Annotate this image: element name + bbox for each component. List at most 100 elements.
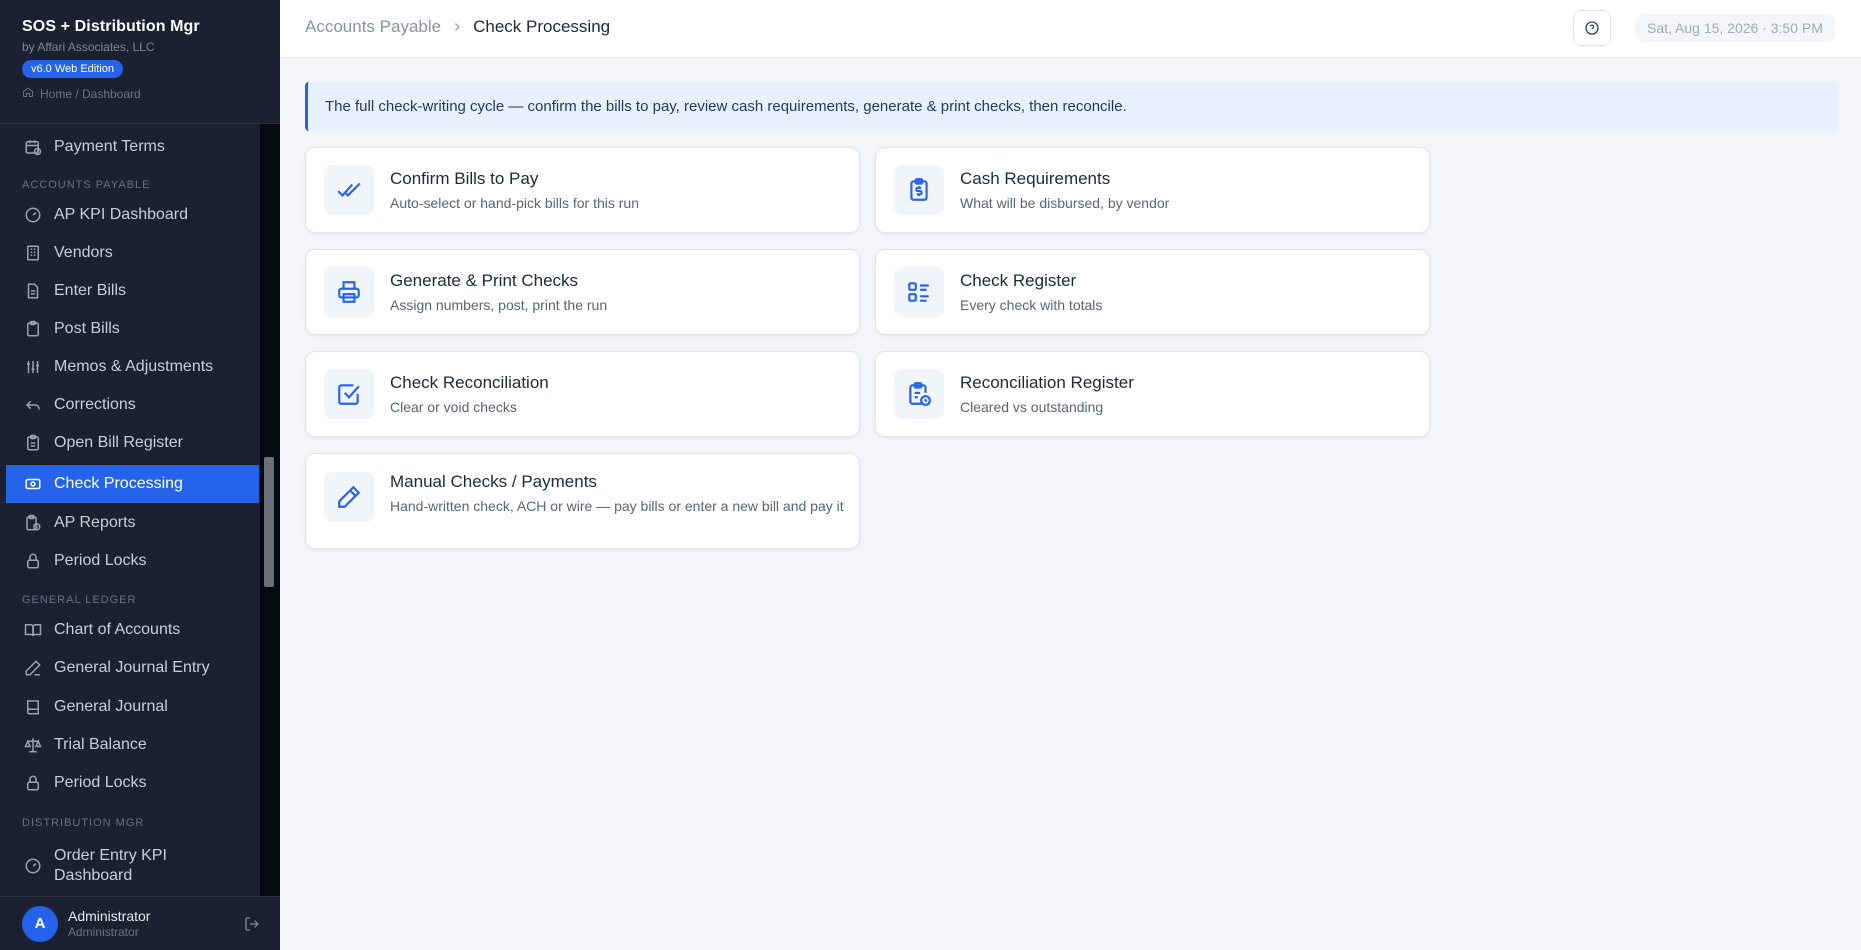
card-title: Reconciliation Register: [960, 372, 1134, 392]
sidebar-item-label: AP Reports: [54, 514, 136, 531]
building-icon: [24, 244, 42, 262]
card-description: Cleared vs outstanding: [960, 398, 1104, 415]
card-description: Hand-written check, ACH or wire — pay bi…: [390, 498, 844, 514]
home-link-label: Home / Dashboard: [40, 86, 141, 101]
avatar[interactable]: A: [22, 905, 58, 942]
pencil-icon: [324, 472, 374, 522]
sidebar-item-memos-adjustments[interactable]: Memos & Adjustments: [0, 348, 258, 386]
sidebar-item-label: General Journal: [54, 698, 168, 715]
breadcrumb: Accounts Payable Check Processing: [305, 17, 610, 37]
undo-icon: [24, 396, 42, 414]
card-description: Clear or void checks: [390, 398, 517, 415]
card-check-register[interactable]: Check Register Every check with totals: [875, 249, 1430, 335]
help-button[interactable]: [1573, 10, 1611, 46]
sidebar-item-order-entry-kpi-dashboard[interactable]: Order Entry KPI Dashboard: [0, 842, 258, 890]
card-title: Manual Checks / Payments: [390, 472, 597, 491]
sidebar-item-chart-of-accounts[interactable]: Chart of Accounts: [0, 611, 258, 649]
help-circle-icon: [1585, 21, 1599, 35]
checkbox-icon: [324, 369, 374, 419]
sidebar-item-open-bill-register[interactable]: Open Bill Register: [0, 424, 258, 462]
sidebar-item-corrections[interactable]: Corrections: [0, 386, 258, 424]
card-title: Check Reconciliation: [390, 372, 549, 392]
sidebar-item-ap-reports[interactable]: AP Reports: [0, 504, 258, 542]
logout-icon[interactable]: [244, 916, 260, 932]
sidebar-item-label: Enter Bills: [54, 282, 127, 299]
sidebar-item-label: AP KPI Dashboard: [54, 206, 189, 223]
sidebar-item-post-bills[interactable]: Post Bills: [0, 310, 258, 348]
card-generate-print-checks[interactable]: Generate & Print Checks Assign numbers, …: [305, 249, 860, 335]
lock-icon: [24, 552, 42, 570]
section-distribution-mgr: DISTRIBUTION MGR: [22, 817, 145, 829]
gauge-icon: [24, 206, 42, 224]
sidebar-item-vendors[interactable]: Vendors: [0, 234, 258, 272]
card-confirm-bills-to-pay[interactable]: Confirm Bills to Pay Auto-select or hand…: [305, 147, 860, 233]
sidebar-item-label: Period Locks: [54, 552, 147, 569]
sidebar-item-label: Payment Terms: [54, 138, 165, 155]
chevron-right-icon: [455, 23, 460, 31]
double-check-icon: [324, 165, 374, 215]
card-title: Generate & Print Checks: [390, 270, 579, 290]
card-title: Cash Requirements: [960, 168, 1111, 188]
scrollbar-thumb[interactable]: [264, 457, 274, 587]
sidebar-item-payment-terms[interactable]: Payment Terms: [0, 128, 258, 166]
card-description: Auto-select or hand-pick bills for this …: [390, 194, 639, 211]
clipboard-icon: [24, 320, 42, 338]
sidebar-scrollbar[interactable]: [260, 124, 280, 896]
top-header: Accounts Payable Check Processing Sat, A…: [280, 0, 1861, 58]
sidebar-item-label: Period Locks: [54, 774, 147, 791]
sidebar-nav: Payment Terms ACCOUNTS PAYABLE AP KPI Da…: [0, 124, 260, 896]
breadcrumb-parent[interactable]: Accounts Payable: [305, 17, 441, 37]
list-checks-icon: [894, 267, 944, 317]
sidebar-item-general-journal-entry[interactable]: General Journal Entry: [0, 649, 258, 687]
sidebar: SOS + Distribution Mgr by Affari Associa…: [0, 0, 280, 950]
user-panel: A Administrator Administrator: [0, 896, 280, 950]
sidebar-item-label: Trial Balance: [54, 736, 147, 753]
version-badge: v6.0 Web Edition: [22, 60, 123, 78]
book-icon: [24, 698, 42, 716]
sidebar-item-label: General Journal Entry: [54, 659, 210, 676]
clipboard-clock-icon: [894, 369, 944, 419]
card-title: Check Register: [960, 270, 1077, 290]
sidebar-item-label: Memos & Adjustments: [54, 358, 214, 375]
card-check-reconciliation[interactable]: Check Reconciliation Clear or void check…: [305, 351, 860, 437]
sidebar-item-label: Open Bill Register: [54, 434, 183, 451]
sidebar-item-period-locks-ap[interactable]: Period Locks: [0, 542, 258, 580]
home-link[interactable]: Home / Dashboard: [22, 86, 258, 101]
sidebar-item-ap-kpi-dashboard[interactable]: AP KPI Dashboard: [0, 196, 258, 234]
file-text-icon: [24, 282, 42, 300]
sliders-icon: [24, 358, 42, 376]
gauge-icon: [24, 857, 42, 875]
home-icon: [22, 86, 34, 101]
sidebar-item-label: Check Processing: [54, 475, 183, 492]
clipboard-dollar-icon: [894, 165, 944, 215]
app-subtitle: by Affari Associates, LLC: [22, 40, 155, 54]
sidebar-item-label: Vendors: [54, 244, 113, 261]
sidebar-item-period-locks-gl[interactable]: Period Locks: [0, 764, 258, 802]
lock-icon: [24, 774, 42, 792]
sidebar-item-label: Order Entry KPI Dashboard: [54, 847, 167, 884]
section-general-ledger: GENERAL LEDGER: [22, 594, 137, 606]
book-open-icon: [24, 621, 42, 639]
user-role: Administrator: [68, 925, 139, 939]
printer-icon: [324, 267, 374, 317]
info-banner: The full check-writing cycle — confirm t…: [305, 82, 1839, 131]
brand-header: SOS + Distribution Mgr by Affari Associa…: [0, 0, 280, 124]
card-reconciliation-register[interactable]: Reconciliation Register Cleared vs outst…: [875, 351, 1430, 437]
breadcrumb-current: Check Processing: [473, 17, 611, 36]
sidebar-item-enter-bills[interactable]: Enter Bills: [0, 272, 258, 310]
sidebar-item-trial-balance[interactable]: Trial Balance: [0, 726, 258, 764]
card-description: Every check with totals: [960, 296, 1103, 313]
report-clock-icon: [24, 514, 42, 532]
sidebar-item-general-journal[interactable]: General Journal: [0, 688, 258, 726]
sidebar-item-label: Chart of Accounts: [54, 621, 181, 638]
card-cash-requirements[interactable]: Cash Requirements What will be disbursed…: [875, 147, 1430, 233]
section-accounts-payable: ACCOUNTS PAYABLE: [22, 179, 151, 191]
sidebar-item-label: Corrections: [54, 396, 136, 413]
sidebar-item-check-processing[interactable]: Check Processing: [6, 465, 259, 503]
app-title: SOS + Distribution Mgr: [22, 18, 200, 35]
banknote-icon: [24, 475, 42, 493]
card-manual-checks-payments[interactable]: Manual Checks / Payments Hand-written ch…: [305, 453, 860, 549]
card-title: Confirm Bills to Pay: [390, 168, 539, 188]
sidebar-item-label: Post Bills: [54, 320, 120, 337]
card-description: What will be disbursed, by vendor: [960, 194, 1170, 211]
